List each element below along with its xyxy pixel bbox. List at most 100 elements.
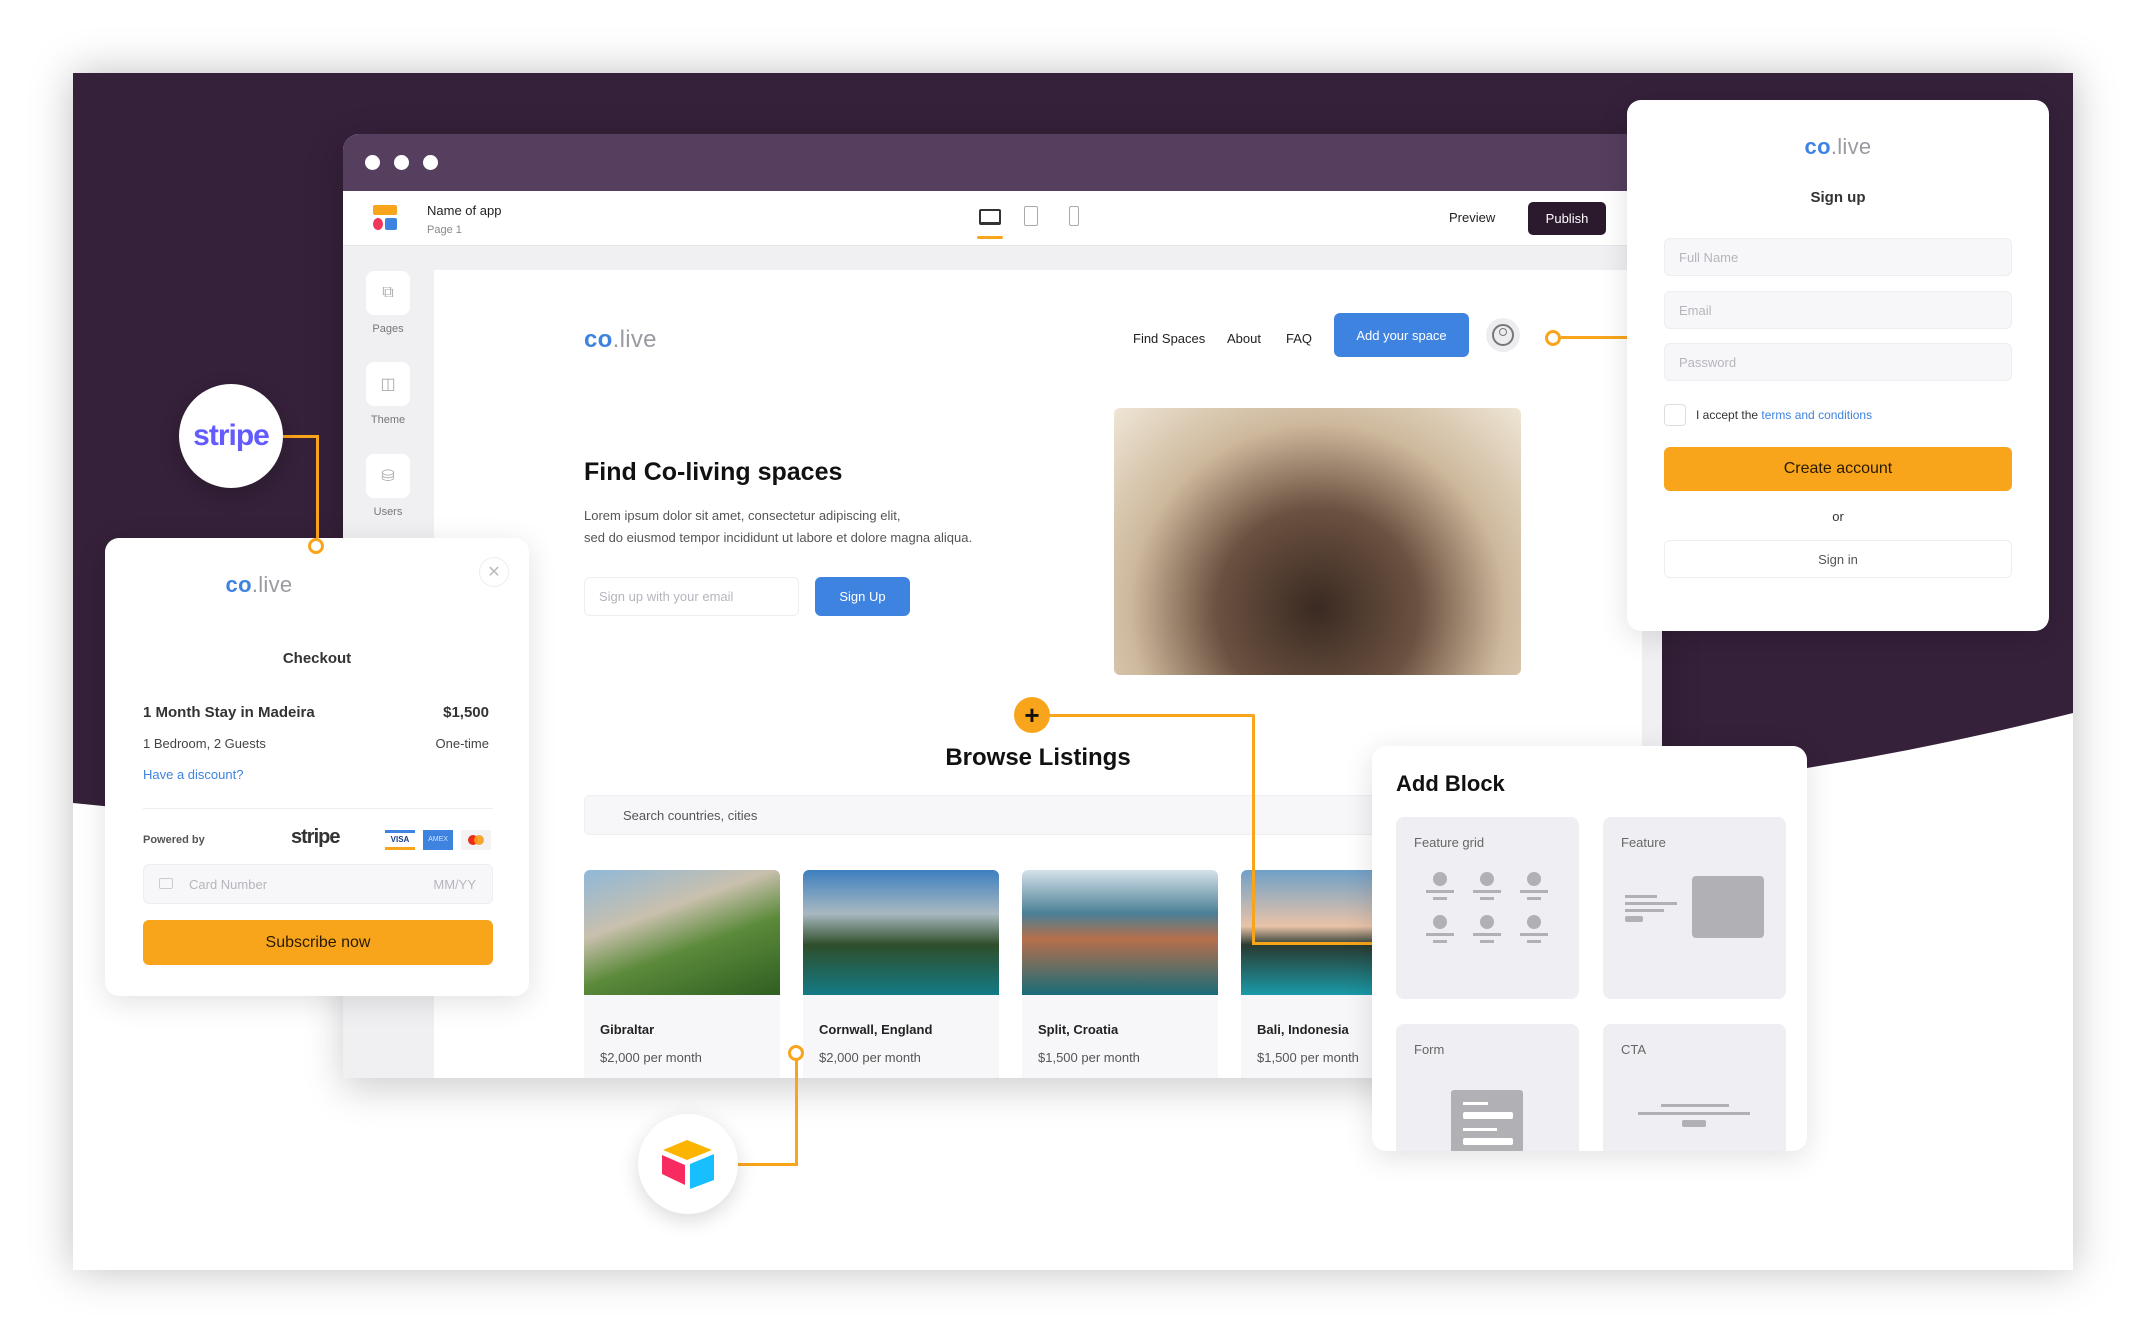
feature-grid-preview-icon — [1426, 872, 1551, 957]
expiry-input[interactable]: MM/YY — [433, 877, 476, 892]
preview-button[interactable]: Preview — [1449, 210, 1495, 225]
connector-line — [1252, 942, 1382, 945]
connector-line — [1032, 714, 1254, 717]
checkout-details: 1 Bedroom, 2 Guests — [143, 736, 266, 751]
hero-text-line-2: sed do eiusmod tempor incididunt ut labo… — [584, 530, 973, 545]
credit-card-icon — [159, 878, 173, 889]
listing-title: Gibraltar — [600, 1022, 655, 1037]
sidebar-label-pages: Pages — [372, 323, 404, 335]
card-number-input[interactable]: Card Number MM/YY — [143, 864, 493, 904]
phone-icon[interactable] — [1069, 206, 1079, 226]
tile-label: Form — [1414, 1042, 1445, 1057]
add-block-title: Add Block — [1396, 771, 1505, 796]
checkout-price: $1,500 — [443, 704, 489, 721]
terms-checkbox[interactable] — [1664, 404, 1686, 426]
paint-roller-icon: ◫ — [380, 376, 396, 393]
checkout-title: Checkout — [282, 650, 352, 667]
close-icon[interactable]: ✕ — [479, 557, 509, 587]
add-block-plus-icon[interactable]: + — [1014, 697, 1050, 733]
window-titlebar — [343, 134, 1662, 191]
terms-link[interactable]: terms and conditions — [1761, 408, 1872, 422]
mastercard-icon — [461, 830, 491, 850]
email-input[interactable]: Email — [1664, 291, 2012, 329]
tile-label: Feature — [1621, 835, 1666, 850]
signup-title: Sign up — [1810, 189, 1866, 206]
divider — [143, 808, 493, 809]
listing-card[interactable]: Gibraltar $2,000 per month — [584, 870, 780, 1078]
sidebar-item-pages[interactable]: ⧉ — [366, 271, 410, 315]
listing-card[interactable]: Cornwall, England $2,000 per month — [803, 870, 999, 1078]
subscribe-button[interactable]: Subscribe now — [143, 920, 493, 965]
hero-email-input[interactable]: Sign up with your email — [584, 577, 799, 616]
app-logo-icon — [373, 205, 397, 231]
form-preview-icon — [1451, 1090, 1523, 1151]
hero-title: Find Co-living spaces — [584, 458, 843, 486]
listing-price: $2,000 per month — [819, 1050, 921, 1065]
connector-node — [1545, 330, 1561, 346]
airtable-icon — [662, 1140, 714, 1189]
window-control-minimize[interactable] — [394, 155, 409, 170]
password-input[interactable]: Password — [1664, 343, 2012, 381]
window-control-close[interactable] — [365, 155, 380, 170]
user-icon — [1492, 324, 1514, 346]
listing-photo — [1022, 870, 1218, 995]
full-name-input[interactable]: Full Name — [1664, 238, 2012, 276]
hero-illustration: Name of app Page 1 Preview Publish ⧉ Pag… — [73, 73, 2073, 1270]
signup-modal: co.live Sign up Full Name Email Password… — [1627, 100, 2049, 631]
checkout-logo: co.live — [225, 572, 293, 597]
sidebar-label-theme: Theme — [370, 414, 406, 426]
listing-photo — [803, 870, 999, 995]
add-block-panel: Add Block Feature grid Feature Form CTA — [1372, 746, 1807, 1151]
add-your-space-button[interactable]: Add your space — [1334, 313, 1469, 357]
or-separator: or — [1832, 509, 1844, 524]
window-control-maximize[interactable] — [423, 155, 438, 170]
sidebar-item-users[interactable]: ⛁ — [366, 454, 410, 498]
sign-in-button[interactable]: Sign in — [1664, 540, 2012, 578]
pages-icon: ⧉ — [382, 284, 394, 301]
nav-faq[interactable]: FAQ — [1286, 331, 1312, 346]
checkout-item: 1 Month Stay in Madeira — [143, 704, 315, 721]
hero-text-line-1: Lorem ipsum dolor sit amet, consectetur … — [584, 508, 901, 523]
page-name[interactable]: Page 1 — [427, 224, 462, 236]
publish-button[interactable]: Publish — [1528, 202, 1606, 235]
listing-photo — [584, 870, 780, 995]
nav-find-spaces[interactable]: Find Spaces — [1133, 331, 1205, 346]
connector-line — [283, 435, 319, 438]
block-tile-form[interactable]: Form — [1396, 1024, 1579, 1151]
stripe-badge: stripe — [179, 384, 283, 488]
airtable-badge — [638, 1114, 738, 1214]
block-tile-cta[interactable]: CTA — [1603, 1024, 1786, 1151]
listing-title: Bali, Indonesia — [1257, 1022, 1349, 1037]
listing-title: Split, Croatia — [1038, 1022, 1119, 1037]
connector-node — [788, 1045, 804, 1061]
active-device-indicator — [977, 236, 1003, 239]
site-logo[interactable]: co.live — [584, 326, 657, 354]
listing-card[interactable]: Split, Croatia $1,500 per month — [1022, 870, 1218, 1078]
connector-line — [1561, 336, 1627, 339]
laptop-icon[interactable] — [979, 209, 1001, 225]
discount-link[interactable]: Have a discount? — [143, 767, 243, 782]
hero-signup-button[interactable]: Sign Up — [815, 577, 910, 616]
checkout-modal: co.live ✕ Checkout 1 Month Stay in Madei… — [105, 538, 529, 996]
nav-about[interactable]: About — [1227, 331, 1261, 346]
connector-line — [316, 435, 319, 545]
listing-price: $1,500 per month — [1257, 1050, 1359, 1065]
block-tile-feature[interactable]: Feature — [1603, 817, 1786, 999]
tablet-icon[interactable] — [1024, 206, 1038, 226]
checkout-frequency: One-time — [435, 736, 489, 751]
avatar[interactable] — [1486, 318, 1520, 352]
block-tile-feature-grid[interactable]: Feature grid — [1396, 817, 1579, 999]
amex-icon: AMEX — [423, 830, 453, 850]
signup-logo: co.live — [1804, 134, 1872, 159]
connector-line — [1252, 714, 1255, 944]
stripe-logo: stripe — [291, 826, 340, 848]
tile-label: CTA — [1621, 1042, 1647, 1057]
create-account-button[interactable]: Create account — [1664, 447, 2012, 491]
hero-photo — [1114, 408, 1521, 675]
listing-title: Cornwall, England — [819, 1022, 933, 1037]
sidebar-item-theme[interactable]: ◫ — [366, 362, 410, 406]
tile-label: Feature grid — [1414, 835, 1485, 850]
visa-icon: VISA — [385, 830, 415, 850]
connector-line — [733, 1163, 798, 1166]
database-icon: ⛁ — [381, 468, 395, 485]
